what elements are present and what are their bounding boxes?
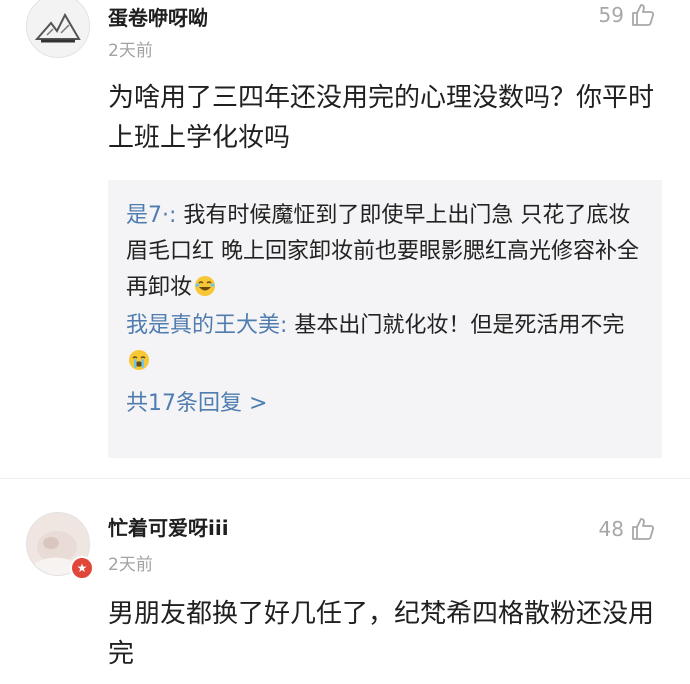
comment-item: ★ 忙着可爱呀iii 2天前 48 男朋友都换了好几任了，纪梵希四格散粉还没用完 [0,498,690,684]
like-button[interactable]: 48 [599,516,656,542]
timestamp: 2天前 [108,555,153,575]
like-count: 59 [598,3,624,27]
reply-box: 是7·: 我有时候魔怔到了即使早上出门急 只花了底妆眉毛口红 晚上回家卸妆前也要… [108,180,662,458]
thumbs-up-icon [632,518,655,540]
username[interactable]: 蛋卷咿呀呦 [108,2,208,31]
laugh-cry-emoji [195,276,216,296]
like-button[interactable]: 59 [599,2,656,28]
avatar[interactable] [26,0,90,58]
timestamp: 2天前 [108,41,153,61]
crying-emoji [129,350,149,370]
reply-author[interactable]: 是7·: [126,203,176,228]
comment-text: 为啥用了三四年还没用完的心理没数吗？你平时上班上学化妆吗 [108,83,655,153]
comment-text: 男朋友都换了好几任了，纪梵希四格散粉还没用完 [108,599,655,669]
comment-item: 蛋卷咿呀呦 2天前 59 为啥用了三四年还没用完的心理没数吗？你平时上班上学化妆… [0,0,690,478]
like-count: 48 [598,517,624,541]
reply-item: 我是真的王大美: 基本出门就化妆！但是死活用不完 [126,308,644,380]
star-badge-icon: ★ [70,556,94,580]
more-replies-link[interactable]: 共17条回复 > [126,386,644,422]
divider [0,478,690,499]
reply-text: 基本出门就化妆！但是死活用不完 [294,313,625,338]
avatar-sketch-image [27,0,89,57]
reply-author[interactable]: 我是真的王大美: [126,313,287,338]
username[interactable]: 忙着可爱呀iii [108,512,229,541]
thumbs-up-icon [632,4,655,26]
reply-item: 是7·: 我有时候魔怔到了即使早上出门急 只花了底妆眉毛口红 晚上回家卸妆前也要… [126,198,644,306]
